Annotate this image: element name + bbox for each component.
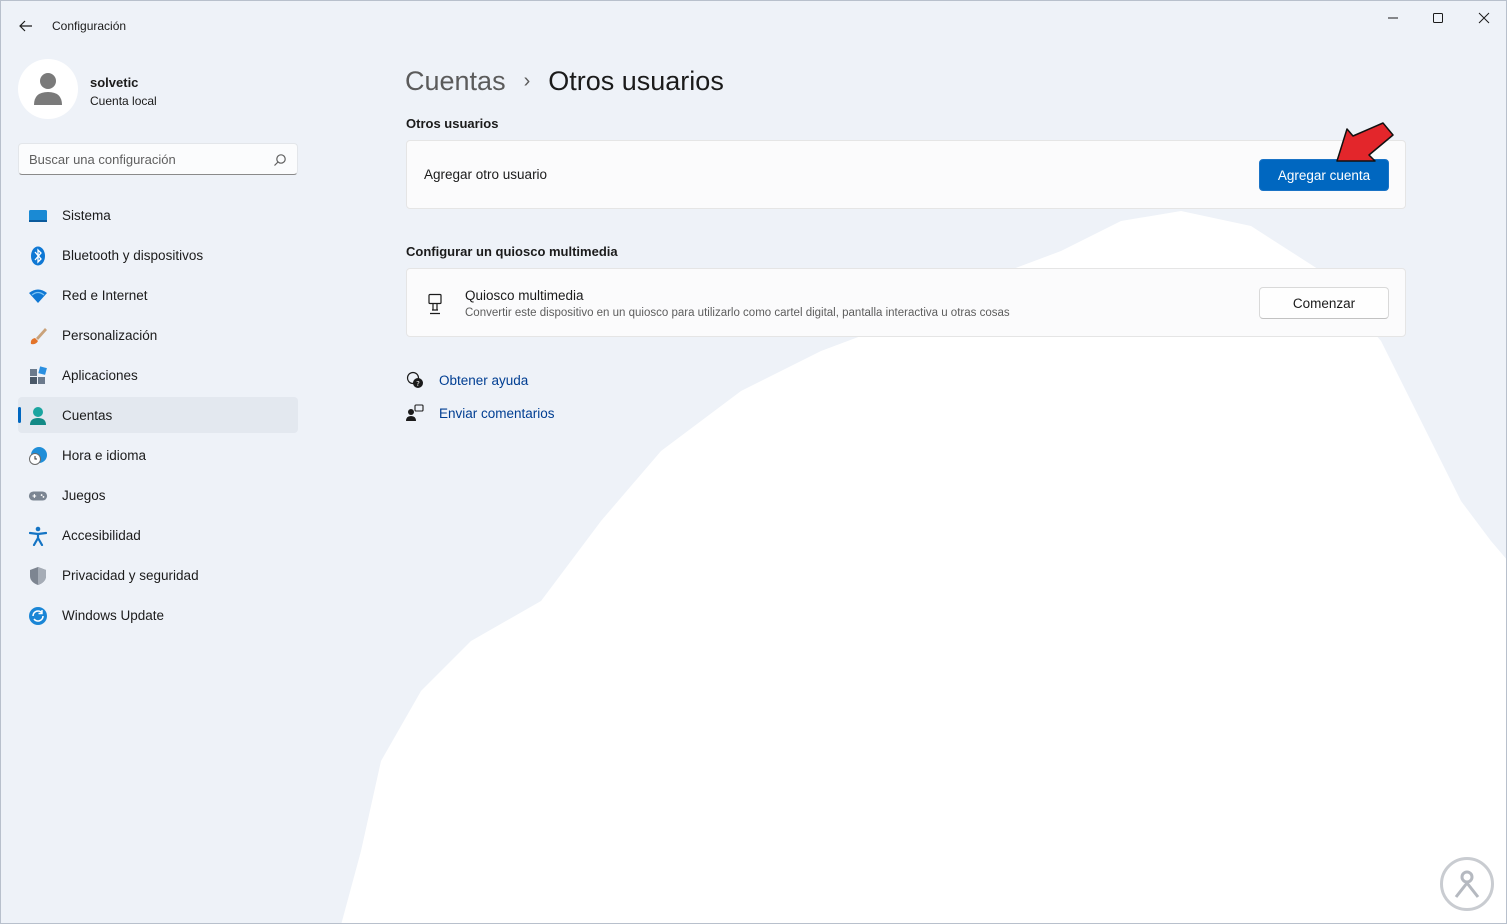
title-bar: Configuración bbox=[1, 1, 1506, 49]
sidebar-item-accesibilidad[interactable]: Accesibilidad bbox=[18, 517, 298, 553]
avatar bbox=[18, 59, 78, 119]
kiosk-icon bbox=[425, 293, 445, 320]
account-icon bbox=[28, 406, 48, 426]
settings-window: Configuración solvetic Cuenta local Busc… bbox=[0, 0, 1507, 924]
svg-text:?: ? bbox=[416, 380, 420, 388]
sidebar-item-privacidad[interactable]: Privacidad y seguridad bbox=[18, 557, 298, 593]
user-silhouette-icon bbox=[34, 73, 62, 105]
add-account-button[interactable]: Agregar cuenta bbox=[1259, 159, 1389, 191]
kiosk-section-title: Configurar un quiosco multimedia bbox=[406, 244, 618, 259]
logo-icon bbox=[1454, 870, 1480, 898]
user-name: solvetic bbox=[90, 75, 139, 90]
sidebar-item-aplicaciones[interactable]: Aplicaciones bbox=[18, 357, 298, 393]
sidebar-item-red[interactable]: Red e Internet bbox=[18, 277, 298, 313]
get-help-link[interactable]: ? Obtener ayuda bbox=[406, 369, 528, 391]
kiosk-title: Quiosco multimedia bbox=[465, 288, 584, 303]
back-button[interactable] bbox=[11, 11, 41, 41]
back-arrow-icon bbox=[19, 20, 32, 32]
bluetooth-icon bbox=[28, 246, 48, 266]
sidebar-nav: Sistema Bluetooth y dispositivos Red e I… bbox=[18, 197, 298, 637]
maximize-button[interactable] bbox=[1415, 1, 1461, 35]
sidebar-item-windows-update[interactable]: Windows Update bbox=[18, 597, 298, 633]
kiosk-description: Convertir este dispositivo en un quiosco… bbox=[465, 307, 1010, 319]
sidebar-item-personalizacion[interactable]: Personalización bbox=[18, 317, 298, 353]
user-profile[interactable]: solvetic Cuenta local bbox=[18, 59, 308, 119]
wifi-icon bbox=[28, 286, 48, 306]
apps-icon bbox=[28, 366, 48, 386]
add-user-card: Agregar otro usuario Agregar cuenta bbox=[406, 140, 1406, 209]
shield-icon bbox=[28, 566, 48, 586]
page-title: Otros usuarios bbox=[548, 65, 724, 96]
close-button[interactable] bbox=[1461, 1, 1506, 35]
sidebar-item-juegos[interactable]: Juegos bbox=[18, 477, 298, 513]
help-icon: ? bbox=[406, 371, 424, 389]
start-kiosk-button[interactable]: Comenzar bbox=[1259, 287, 1389, 319]
minimize-icon bbox=[1388, 17, 1398, 19]
update-icon bbox=[28, 606, 48, 626]
brush-icon bbox=[28, 326, 48, 346]
feedback-icon bbox=[406, 404, 424, 422]
system-icon bbox=[28, 206, 48, 226]
sidebar-item-bluetooth[interactable]: Bluetooth y dispositivos bbox=[18, 237, 298, 273]
search-placeholder: Buscar una configuración bbox=[29, 152, 176, 167]
globe-clock-icon bbox=[28, 446, 48, 466]
maximize-icon bbox=[1433, 13, 1443, 23]
close-icon bbox=[1478, 12, 1490, 24]
watermark-logo bbox=[1440, 857, 1494, 911]
add-user-label: Agregar otro usuario bbox=[424, 167, 548, 182]
breadcrumb: Cuentas › Otros usuarios bbox=[405, 61, 724, 101]
sidebar-item-cuentas[interactable]: Cuentas bbox=[18, 397, 298, 433]
sidebar-item-hora[interactable]: Hora e idioma bbox=[18, 437, 298, 473]
search-icon bbox=[274, 154, 286, 166]
breadcrumb-parent[interactable]: Cuentas bbox=[405, 66, 506, 97]
account-type: Cuenta local bbox=[90, 94, 157, 108]
accessibility-icon bbox=[28, 526, 48, 546]
app-title: Configuración bbox=[52, 19, 127, 33]
kiosk-card: Quiosco multimedia Convertir este dispos… bbox=[406, 268, 1406, 337]
gamepad-icon bbox=[28, 486, 48, 506]
search-input[interactable]: Buscar una configuración bbox=[18, 143, 298, 175]
minimize-button[interactable] bbox=[1370, 1, 1416, 35]
other-users-section-title: Otros usuarios bbox=[406, 116, 499, 131]
breadcrumb-separator: › bbox=[523, 69, 531, 92]
sidebar-item-sistema[interactable]: Sistema bbox=[18, 197, 298, 233]
send-feedback-link[interactable]: Enviar comentarios bbox=[406, 402, 555, 424]
